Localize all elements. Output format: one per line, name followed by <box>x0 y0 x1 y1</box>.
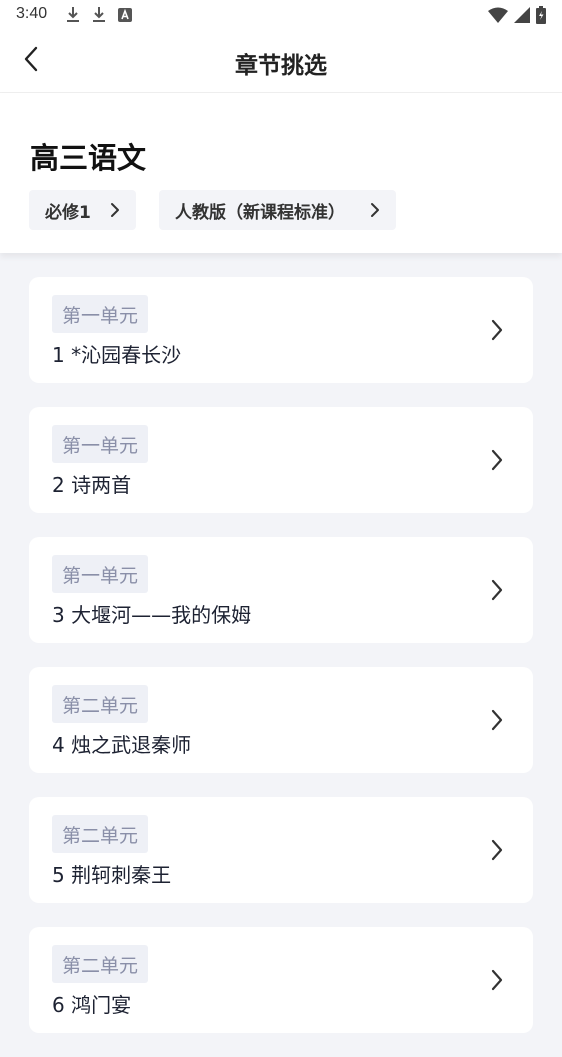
chevron-right-icon <box>110 202 120 218</box>
signal-icon <box>514 7 530 27</box>
download-icon <box>66 6 80 28</box>
chapter-name: 3 大堰河——我的保姆 <box>52 603 252 627</box>
text-a-icon <box>118 7 132 27</box>
subject-title: 高三语文 <box>30 141 147 175</box>
filter-chip-edition[interactable]: 人教版（新课程标准） <box>159 190 396 230</box>
chevron-right-icon <box>491 969 503 991</box>
chapter-card[interactable]: 第二单元 4 烛之武退秦师 <box>29 667 533 773</box>
chapter-card[interactable]: 第一单元 2 诗两首 <box>29 407 533 513</box>
unit-tag: 第二单元 <box>52 685 149 723</box>
chevron-right-icon <box>491 579 503 601</box>
chevron-right-icon <box>370 202 380 218</box>
chapter-name: 1 *沁园春长沙 <box>52 343 182 367</box>
chevron-right-icon <box>491 449 503 471</box>
chevron-right-icon <box>491 839 503 861</box>
battery-icon <box>536 6 546 28</box>
unit-tag: 第二单元 <box>52 815 149 853</box>
status-time: 3:40 <box>16 5 48 22</box>
chapter-card[interactable]: 第一单元 1 *沁园春长沙 <box>29 277 533 383</box>
unit-tag: 第一单元 <box>52 555 149 593</box>
chapter-name: 6 鸿门宴 <box>52 993 132 1017</box>
chevron-right-icon <box>491 709 503 731</box>
chapter-card[interactable]: 第一单元 3 大堰河——我的保姆 <box>29 537 533 643</box>
wifi-icon <box>488 7 508 27</box>
page-title: 章节挑选 <box>235 53 327 79</box>
chapter-name: 2 诗两首 <box>52 473 132 497</box>
chapter-card[interactable]: 第二单元 5 荆轲刺秦王 <box>29 797 533 903</box>
status-bar: 3:40 <box>0 0 562 30</box>
filter-chip-label: 必修1 <box>45 202 91 223</box>
unit-tag: 第一单元 <box>52 425 149 463</box>
download-icon <box>92 6 106 28</box>
unit-tag: 第二单元 <box>52 945 149 983</box>
status-right-icons <box>488 6 546 28</box>
filter-chip-label: 人教版（新课程标准） <box>175 202 345 223</box>
status-left-icons <box>66 6 132 28</box>
unit-tag: 第一单元 <box>52 295 149 333</box>
chapter-list: 第一单元 1 *沁园春长沙 第一单元 2 诗两首 第一单元 3 大堰河——我的保… <box>29 277 533 1057</box>
chapter-card[interactable]: 第二单元 6 鸿门宴 <box>29 927 533 1033</box>
chevron-right-icon <box>491 319 503 341</box>
subject-panel: 高三语文 必修1 人教版（新课程标准） <box>0 93 562 253</box>
chapter-name: 5 荆轲刺秦王 <box>52 863 172 887</box>
header-bar: 章节挑选 <box>0 30 562 93</box>
chapter-name: 4 烛之武退秦师 <box>52 733 192 757</box>
filter-chip-textbook-volume[interactable]: 必修1 <box>29 190 136 230</box>
